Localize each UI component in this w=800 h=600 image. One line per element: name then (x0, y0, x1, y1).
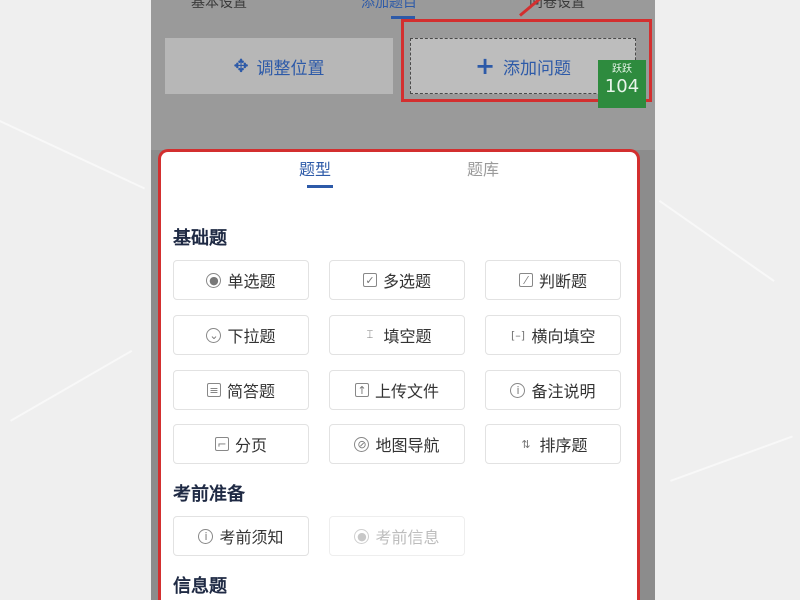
section-title-basic: 基础题 (173, 228, 227, 249)
tab-question-types[interactable]: 题型 (299, 156, 331, 180)
sheet-tab-indicator (307, 185, 333, 188)
item-sort[interactable]: ⇅ 排序题 (485, 424, 621, 464)
plus-icon: + (474, 52, 496, 80)
item-true-false[interactable]: ⁄ 判断题 (485, 260, 621, 300)
item-fill-blank[interactable]: ⌶ 填空题 (329, 315, 465, 355)
checkbox-icon: ✓ (362, 273, 377, 287)
item-dropdown[interactable]: ⌄ 下拉题 (173, 315, 309, 355)
item-single-choice[interactable]: ● 单选题 (173, 260, 309, 300)
item-label: 地图导航 (375, 436, 440, 455)
radio-icon: ● (206, 272, 222, 288)
item-label: 排序题 (539, 436, 588, 455)
dropdown-icon: ⌄ (206, 327, 222, 343)
badge-value: 104 (604, 76, 640, 97)
active-tab-indicator (391, 16, 415, 19)
sort-icon: ⇅ (521, 437, 531, 451)
item-label: 多选题 (382, 272, 431, 291)
section-title-info: 信息题 (173, 576, 227, 597)
background-crease (658, 200, 775, 282)
document-icon: ≡ (206, 383, 221, 397)
item-exam-info: ● 考前信息 (329, 516, 465, 556)
item-multiple-choice[interactable]: ✓ 多选题 (329, 260, 465, 300)
judge-icon: ⁄ (518, 273, 533, 287)
item-note[interactable]: i 备注说明 (485, 370, 621, 410)
info-icon: i (198, 528, 214, 544)
tab-question-bank[interactable]: 题库 (467, 156, 499, 180)
background-crease (0, 120, 146, 190)
text-cursor-icon: ⌶ (366, 328, 374, 341)
item-map-navigation[interactable]: ⊘ 地图导航 (329, 424, 465, 464)
background-crease (10, 350, 133, 422)
item-label: 备注说明 (531, 382, 596, 401)
page-icon: ⌐ (214, 437, 229, 451)
move-icon: ✥ (233, 55, 249, 77)
item-label: 下拉题 (227, 327, 276, 346)
adjust-position-label: 调整位置 (256, 58, 325, 79)
tab-add-questions[interactable]: 添加题目 (361, 0, 417, 12)
bracket-icon: [–] (510, 328, 526, 342)
tab-basic-settings[interactable]: 基本设置 (191, 0, 247, 12)
background-crease (670, 435, 793, 482)
user-icon: ● (354, 528, 370, 544)
info-icon: i (510, 382, 526, 398)
counter-badge: 跃跃 104 (598, 60, 646, 108)
editor-header: 基本设置 添加题目 问卷设置 ✥ 调整位置 + 添加问题 (151, 0, 655, 150)
item-label: 考前须知 (219, 528, 284, 547)
item-page-break[interactable]: ⌐ 分页 (173, 424, 309, 464)
item-label: 上传文件 (374, 382, 439, 401)
item-label: 简答题 (226, 382, 275, 401)
compass-icon: ⊘ (354, 436, 370, 452)
badge-caption: 跃跃 (612, 64, 632, 75)
section-title-pre-exam: 考前准备 (173, 484, 245, 505)
item-short-answer[interactable]: ≡ 简答题 (173, 370, 309, 410)
item-upload-file[interactable]: ↑ 上传文件 (329, 370, 465, 410)
item-label: 分页 (234, 436, 267, 455)
question-type-sheet: 题型 题库 基础题 ● 单选题 ✓ 多选题 ⁄ 判断题 ⌄ 下拉题 ⌶ 填空题 … (158, 149, 640, 600)
adjust-position-button[interactable]: ✥ 调整位置 (165, 38, 393, 94)
item-label: 判断题 (538, 272, 587, 291)
item-label: 考前信息 (375, 528, 440, 547)
item-label: 单选题 (227, 272, 276, 291)
add-question-label: 添加问题 (503, 58, 572, 79)
item-label: 填空题 (383, 327, 432, 346)
item-exam-notice[interactable]: i 考前须知 (173, 516, 309, 556)
item-label: 横向填空 (531, 327, 596, 346)
upload-folder-icon: ↑ (354, 383, 369, 397)
item-horizontal-fill[interactable]: [–] 横向填空 (485, 315, 621, 355)
